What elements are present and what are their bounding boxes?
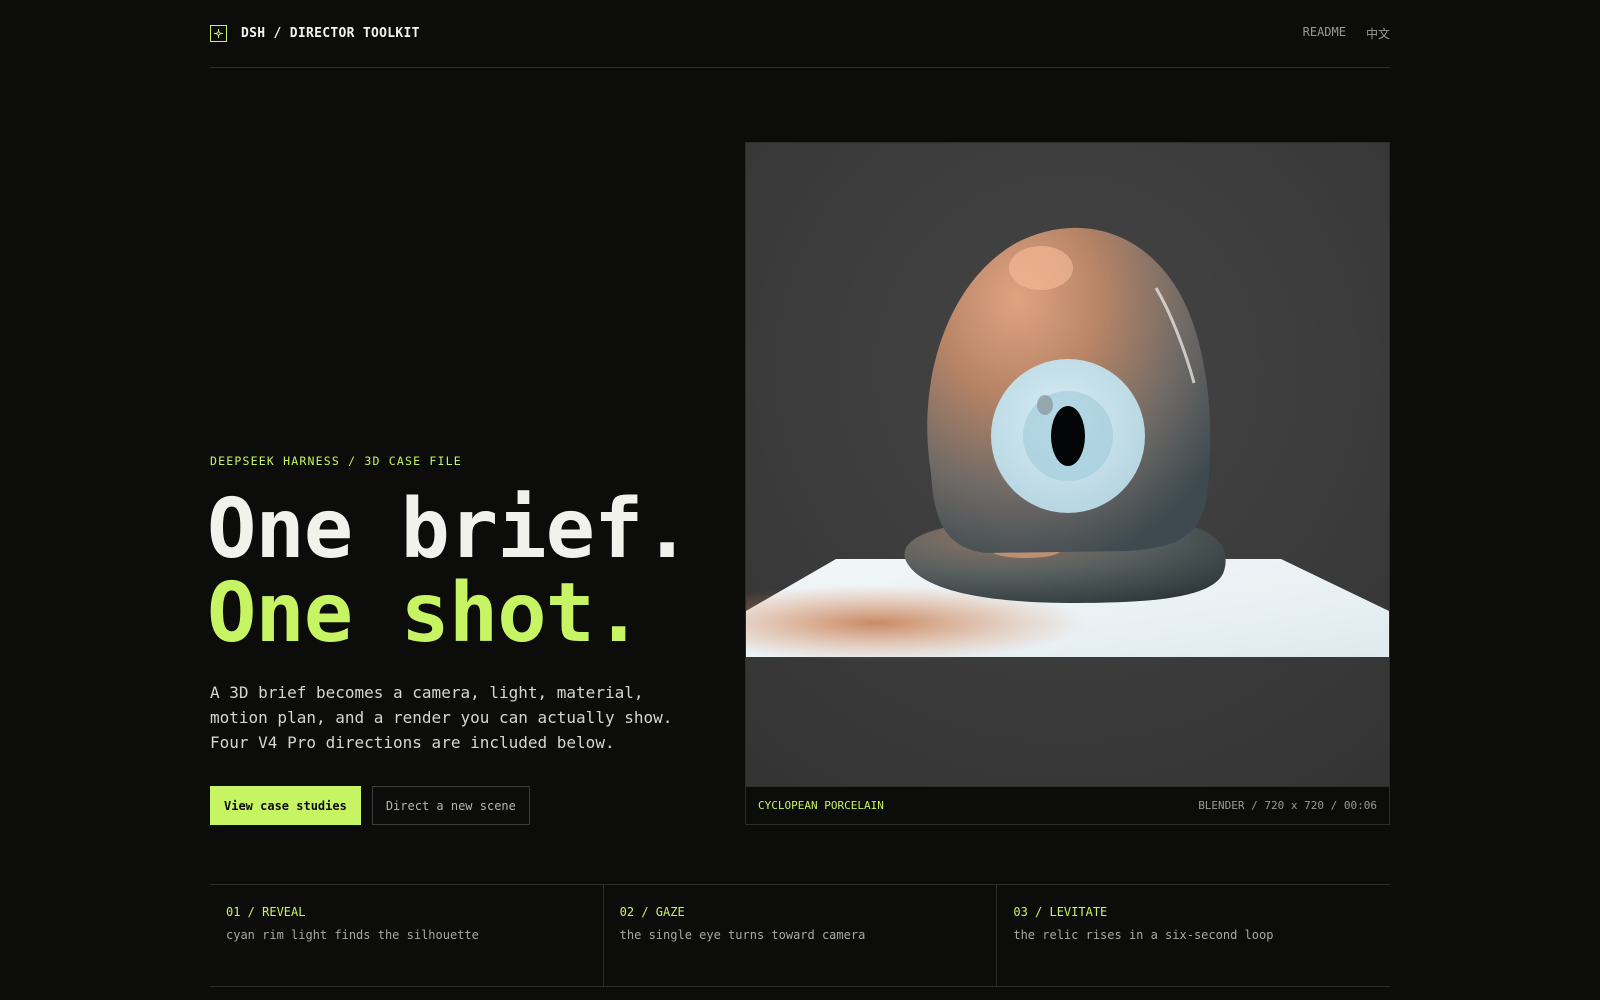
step-label: 03 / LEVITATE	[1013, 905, 1108, 919]
hero-eyebrow: DEEPSEEK HARNESS / 3D CASE FILE	[210, 454, 462, 468]
render-preview-image	[746, 143, 1389, 786]
step-label: 02 / GAZE	[619, 905, 685, 919]
step-description: cyan rim light finds the silhouette	[226, 928, 479, 942]
view-case-studies-button[interactable]: View case studies	[210, 786, 361, 825]
nav-link-language[interactable]: 中文	[1366, 25, 1390, 42]
crosshair-square-icon	[210, 25, 227, 42]
step-card: 03 / LEVITATE the relic rises in a six-s…	[997, 885, 1390, 986]
step-label: 01 / REVEAL	[226, 905, 306, 919]
hero-actions: View case studies Direct a new scene	[210, 786, 530, 825]
hero-headline: One brief. One shot.	[207, 482, 692, 661]
top-nav: README 中文	[1303, 25, 1390, 42]
headline-line-1: One brief.	[207, 482, 692, 577]
nav-link-readme[interactable]: README	[1303, 25, 1346, 42]
render-preview-card[interactable]: CYCLOPEAN PORCELAIN BLENDER / 720 x 720 …	[745, 142, 1390, 825]
direct-new-scene-button[interactable]: Direct a new scene	[371, 786, 530, 825]
site-header: DSH / DIRECTOR TOOLKIT README 中文	[210, 0, 1390, 68]
step-card: 01 / REVEAL cyan rim light finds the sil…	[210, 885, 604, 986]
render-caption: CYCLOPEAN PORCELAIN BLENDER / 720 x 720 …	[746, 786, 1389, 824]
motion-steps: 01 / REVEAL cyan rim light finds the sil…	[210, 884, 1390, 987]
step-description: the single eye turns toward camera	[619, 928, 866, 942]
hero-description: A 3D brief becomes a camera, light, mate…	[210, 683, 673, 752]
render-meta: BLENDER / 720 x 720 / 00:06	[1198, 799, 1377, 812]
step-description: the relic rises in a six-second loop	[1013, 928, 1274, 942]
brand-title: DSH / DIRECTOR TOOLKIT	[241, 26, 420, 41]
headline-line-2: One shot.	[207, 566, 643, 661]
brand[interactable]: DSH / DIRECTOR TOOLKIT	[210, 25, 420, 42]
step-card: 02 / GAZE the single eye turns toward ca…	[604, 885, 998, 986]
render-title: CYCLOPEAN PORCELAIN	[758, 799, 884, 812]
